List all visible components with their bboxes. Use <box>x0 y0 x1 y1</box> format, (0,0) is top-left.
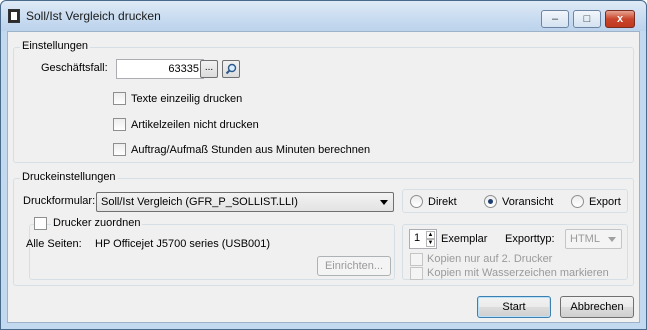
stunden-minuten-label: Auftrag/Aufmaß Stunden aus Minuten berec… <box>131 144 371 156</box>
alle-seiten-label: Alle Seiten: <box>26 238 82 250</box>
spin-down-icon[interactable]: ▼ <box>426 239 435 247</box>
dialog-window: Soll/Ist Vergleich drucken – □ x Einstel… <box>0 0 647 330</box>
drucker-zuordnen-group: Drucker zuordnen Alle Seiten: HP Officej… <box>26 217 395 280</box>
window-title: Soll/Ist Vergleich drucken <box>26 9 161 23</box>
radio-export[interactable] <box>571 195 584 208</box>
einrichten-button[interactable]: Einrichten... <box>317 256 391 276</box>
texte-einzeilig-label: Texte einzeilig drucken <box>131 93 243 105</box>
magnifier-icon <box>225 63 237 75</box>
abbrechen-button[interactable]: Abbrechen <box>560 296 634 318</box>
stunden-minuten-checkbox[interactable] <box>113 143 126 156</box>
druckformular-select[interactable]: Soll/Ist Vergleich (GFR_P_SOLLIST.LLI) <box>96 192 394 212</box>
chevron-down-icon <box>608 237 616 242</box>
close-button[interactable]: x <box>605 10 635 28</box>
app-icon <box>8 9 20 23</box>
exporttyp-select[interactable]: HTML <box>565 229 622 249</box>
druckformular-value: Soll/Ist Vergleich (GFR_P_SOLLIST.LLI) <box>101 196 298 208</box>
title-bar[interactable]: Soll/Ist Vergleich drucken – □ x <box>1 1 646 31</box>
exemplar-value: 1 <box>414 232 421 244</box>
printer-name: HP Officejet J5700 series (USB001) <box>95 238 271 250</box>
druckformular-label: Druckformular: <box>23 195 96 207</box>
radio-selected-dot <box>488 199 493 204</box>
exporttyp-label: Exporttyp: <box>505 233 555 245</box>
drucker-zuordnen-label: Drucker zuordnen <box>51 217 143 229</box>
geschaeftsfall-label: Geschäftsfall: <box>41 62 108 74</box>
browse-button[interactable]: ... <box>200 60 218 78</box>
einstellungen-group-title: Einstellungen <box>20 40 91 52</box>
kopien-2-drucker-checkbox[interactable] <box>410 253 423 266</box>
kopien-2-drucker-label: Kopien nur auf 2. Drucker <box>427 253 553 265</box>
dialog-client-area: Einstellungen Geschäftsfall: 63335 ... T… <box>7 31 640 323</box>
exemplar-label: Exemplar <box>441 233 488 245</box>
output-mode-group: Direkt Voransicht Export <box>402 189 628 213</box>
radio-voransicht-label: Voransicht <box>502 196 554 208</box>
geschaeftsfall-input[interactable]: 63335 <box>116 59 204 79</box>
start-button[interactable]: Start <box>477 296 551 318</box>
kopien-wasserzeichen-checkbox[interactable] <box>410 267 423 280</box>
druckeinstellungen-group-title: Druckeinstellungen <box>20 171 118 183</box>
radio-direkt[interactable] <box>410 195 423 208</box>
spin-up-icon[interactable]: ▲ <box>426 231 435 239</box>
einstellungen-group: Einstellungen Geschäftsfall: 63335 ... T… <box>13 40 634 163</box>
radio-voransicht[interactable] <box>484 195 497 208</box>
kopien-wasserzeichen-label: Kopien mit Wasserzeichen markieren <box>427 267 609 279</box>
radio-direkt-label: Direkt <box>428 196 457 208</box>
copies-export-group: 1 ▲ ▼ Exemplar Exporttyp: HTML Kopien nu… <box>402 224 628 280</box>
radio-export-label: Export <box>589 196 621 208</box>
artikelzeilen-label: Artikelzeilen nicht drucken <box>131 119 259 131</box>
minimize-button[interactable]: – <box>541 10 569 28</box>
chevron-down-icon <box>380 200 388 205</box>
drucker-zuordnen-checkbox[interactable] <box>34 217 47 230</box>
druckeinstellungen-group: Druckeinstellungen Druckformular: Soll/I… <box>13 171 634 286</box>
exemplar-spinner[interactable]: 1 ▲ ▼ <box>409 229 437 249</box>
texte-einzeilig-checkbox[interactable] <box>113 92 126 105</box>
artikelzeilen-checkbox[interactable] <box>113 118 126 131</box>
search-button[interactable] <box>222 60 240 78</box>
exporttyp-value: HTML <box>570 233 600 245</box>
maximize-button[interactable]: □ <box>573 10 601 28</box>
